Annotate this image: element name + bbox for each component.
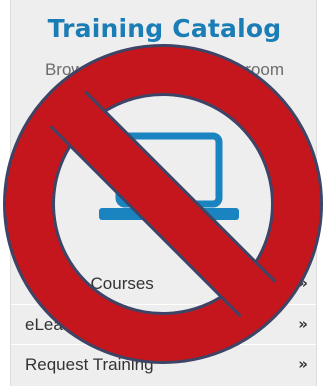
- laptop-icon: [99, 132, 239, 220]
- menu-item-label: Request Training: [25, 355, 154, 374]
- double-chevron-right-icon: »: [298, 355, 308, 373]
- catalog-menu: Training Courses » eLearning » Request T…: [11, 264, 316, 384]
- catalog-subtitle: Browse eLearning & Classroom: [44, 60, 285, 79]
- menu-item-request-training[interactable]: Request Training »: [11, 344, 316, 384]
- menu-item-training-courses[interactable]: Training Courses »: [11, 264, 316, 304]
- menu-item-label: eLearning: [25, 315, 101, 334]
- catalog-title: Training Catalog: [47, 14, 282, 43]
- menu-item-label: Training Courses: [25, 274, 154, 293]
- training-catalog-card: Training Catalog Browse eLearning & Clas…: [10, 0, 317, 386]
- double-chevron-right-icon: »: [298, 274, 308, 292]
- double-chevron-right-icon: »: [298, 315, 308, 333]
- menu-item-elearning[interactable]: eLearning »: [11, 304, 316, 344]
